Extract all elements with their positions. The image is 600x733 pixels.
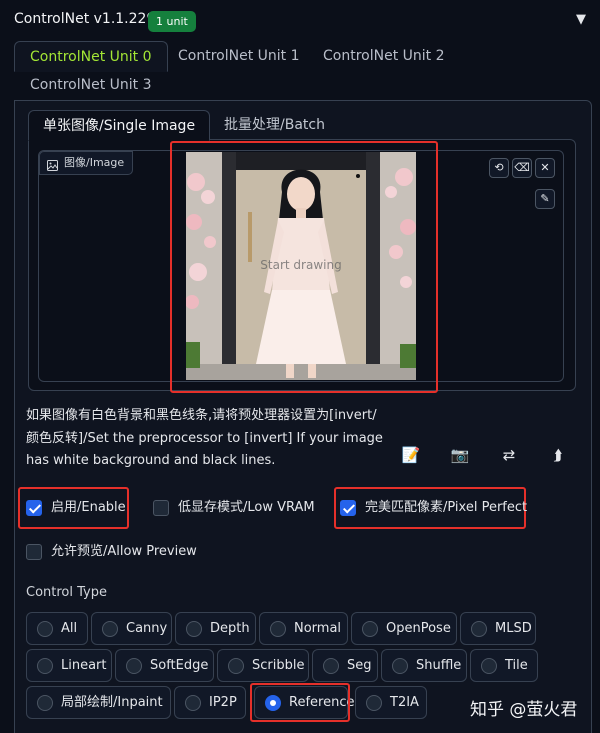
close-icon[interactable]: ✕ bbox=[535, 158, 555, 178]
control-type-scribble[interactable]: Scribble bbox=[217, 649, 309, 682]
panel-title: ControlNet v1.1.229 bbox=[14, 11, 156, 27]
radio-dot[interactable] bbox=[37, 621, 53, 637]
pixel-perfect-label: 完美匹配像素/Pixel Perfect bbox=[365, 500, 528, 515]
radio-dot[interactable] bbox=[392, 658, 408, 674]
radio-dot[interactable] bbox=[471, 621, 487, 637]
radio-dot[interactable] bbox=[37, 658, 53, 674]
tab-controlnet-unit-1[interactable]: ControlNet Unit 1 bbox=[178, 41, 300, 71]
reference-highlight-box bbox=[250, 683, 350, 722]
radio-dot[interactable] bbox=[362, 621, 378, 637]
enable-label: 启用/Enable bbox=[51, 500, 126, 515]
radio-dot[interactable] bbox=[185, 695, 201, 711]
radio-dot[interactable] bbox=[270, 621, 286, 637]
unit-count-badge: 1 unit bbox=[148, 11, 196, 32]
camera-icon[interactable]: 📷 bbox=[449, 444, 471, 466]
control-type-ip2p[interactable]: IP2P bbox=[174, 686, 246, 719]
control-type-tile[interactable]: Tile bbox=[470, 649, 538, 682]
control-type-lineart[interactable]: Lineart bbox=[26, 649, 112, 682]
allow-preview-label: 允许预览/Allow Preview bbox=[51, 544, 197, 559]
tab-controlnet-unit-3[interactable]: ControlNet Unit 3 bbox=[30, 70, 152, 100]
radio-dot[interactable] bbox=[481, 658, 497, 674]
image-icon bbox=[47, 157, 58, 179]
image-label: 图像/Image bbox=[39, 151, 134, 175]
radio-dot[interactable] bbox=[102, 621, 118, 637]
low-vram-check-box[interactable] bbox=[153, 500, 169, 516]
tab-controlnet-unit-0[interactable]: ControlNet Unit 0 bbox=[14, 41, 168, 72]
control-type-normal[interactable]: Normal bbox=[259, 612, 348, 645]
control-type-openpose[interactable]: OpenPose bbox=[351, 612, 457, 645]
control-type-inpaint[interactable]: 局部绘制/Inpaint bbox=[26, 686, 171, 719]
radio-dot[interactable] bbox=[228, 658, 244, 674]
swap-icon[interactable]: ⇄ bbox=[498, 444, 520, 466]
tab-controlnet-unit-2[interactable]: ControlNet Unit 2 bbox=[323, 41, 445, 71]
radio-dot[interactable] bbox=[37, 695, 53, 711]
control-type-seg[interactable]: Seg bbox=[312, 649, 378, 682]
low-vram-label: 低显存模式/Low VRAM bbox=[178, 500, 315, 515]
control-type-mlsd[interactable]: MLSD bbox=[460, 612, 536, 645]
radio-dot[interactable] bbox=[323, 658, 339, 674]
control-type-label: Control Type bbox=[26, 585, 107, 600]
edit-icon[interactable]: 📝 bbox=[400, 444, 422, 466]
controlnet-header[interactable]: ControlNet v1.1.229 1 unit ▼ bbox=[0, 0, 600, 40]
control-type-canny[interactable]: Canny bbox=[91, 612, 172, 645]
image-label-text: 图像/Image bbox=[64, 156, 125, 169]
control-type-shuffle[interactable]: Shuffle bbox=[381, 649, 467, 682]
allow-preview-check-box[interactable] bbox=[26, 544, 42, 560]
undo-icon[interactable]: ⟲ bbox=[489, 158, 509, 178]
image-highlight-box bbox=[170, 141, 438, 393]
control-type-all[interactable]: All bbox=[26, 612, 88, 645]
control-type-t2ia[interactable]: T2IA bbox=[355, 686, 427, 719]
watermark-text: 知乎 @萤火君 bbox=[470, 700, 578, 720]
control-type-depth[interactable]: Depth bbox=[175, 612, 256, 645]
tab-batch[interactable]: 批量处理/Batch bbox=[224, 110, 325, 140]
enable-check-mark[interactable] bbox=[26, 500, 42, 516]
eraser-icon[interactable]: ⌫ bbox=[512, 158, 532, 178]
invert-hint-text: 如果图像有白色背景和黑色线条,请将预处理器设置为[invert/颜色反转]/Se… bbox=[26, 408, 383, 468]
tab-single-image[interactable]: 单张图像/Single Image bbox=[28, 110, 211, 141]
radio-dot[interactable] bbox=[366, 695, 382, 711]
brush-icon[interactable]: ✎ bbox=[535, 189, 555, 209]
radio-dot[interactable] bbox=[126, 658, 142, 674]
control-type-softedge[interactable]: SoftEdge bbox=[115, 649, 214, 682]
pixel-perfect-check-mark[interactable] bbox=[340, 500, 356, 516]
collapse-triangle-icon[interactable]: ▼ bbox=[576, 12, 586, 27]
upload-arrow-icon[interactable]: ⮭ bbox=[547, 444, 569, 466]
radio-dot[interactable] bbox=[186, 621, 202, 637]
